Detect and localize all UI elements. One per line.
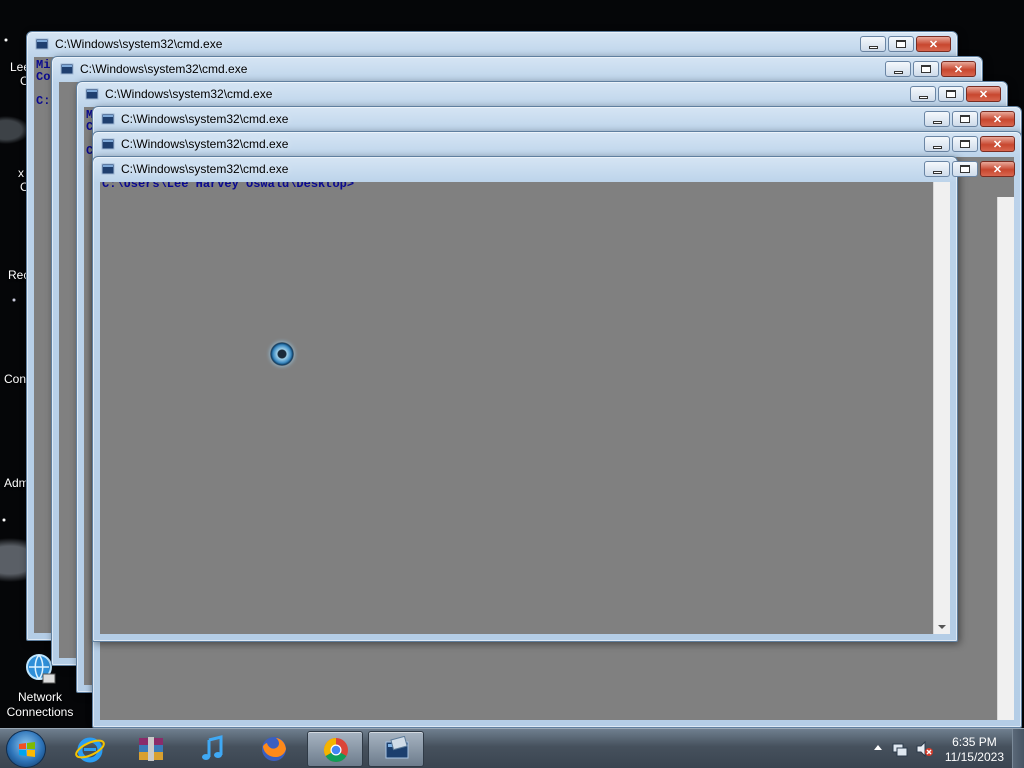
close-button[interactable]: ✕ <box>980 136 1015 152</box>
close-icon: ✕ <box>953 63 964 76</box>
system-tray: 6:35 PM 11/15/2023 <box>864 729 1024 768</box>
window-title: C:\Windows\system32\cmd.exe <box>121 162 289 176</box>
window-title: C:\Windows\system32\cmd.exe <box>105 87 273 101</box>
show-desktop-button[interactable] <box>1012 729 1024 768</box>
scroll-down-arrow-icon[interactable] <box>938 625 946 629</box>
vertical-scrollbar[interactable] <box>997 197 1014 720</box>
window-title: C:\Windows\system32\cmd.exe <box>55 37 223 51</box>
cmd-app-icon <box>35 38 49 50</box>
vertical-scrollbar[interactable] <box>933 182 950 634</box>
cmd-app-icon <box>60 63 74 75</box>
maximize-button[interactable] <box>938 86 964 102</box>
title-bar[interactable]: C:\Windows\system32\cmd.exe ✕ <box>93 132 1021 156</box>
maximize-icon <box>896 40 906 48</box>
maximize-button[interactable] <box>888 36 914 52</box>
window-title: C:\Windows\system32\cmd.exe <box>121 112 289 126</box>
start-button[interactable] <box>6 730 46 768</box>
minimize-button[interactable] <box>924 161 950 177</box>
taskbar-chrome[interactable] <box>307 731 363 767</box>
close-button[interactable]: ✕ <box>916 36 951 52</box>
title-bar[interactable]: C:\Windows\system32\cmd.exe ✕ <box>93 157 1015 181</box>
chrome-icon <box>323 738 348 763</box>
cmd-app-icon <box>101 163 115 175</box>
close-button[interactable]: ✕ <box>980 161 1015 177</box>
minimize-button[interactable] <box>924 111 950 127</box>
title-bar[interactable]: C:\Windows\system32\cmd.exe ✕ <box>27 32 957 56</box>
minimize-button[interactable] <box>924 136 950 152</box>
minimize-icon <box>932 145 942 149</box>
internet-explorer-icon <box>75 737 105 763</box>
desktop-icon-label-partial[interactable]: Con <box>4 372 26 386</box>
cmd-window-front[interactable]: C:\Windows\system32\cmd.exe ✕ C:\Users\L… <box>92 156 1015 642</box>
close-icon: ✕ <box>992 138 1003 151</box>
close-button[interactable]: ✕ <box>941 61 976 77</box>
console-prompt: C:\Users\Lee Harvey Oswald\Desktop> <box>102 182 355 191</box>
maximize-icon <box>946 90 956 98</box>
windows-logo-icon <box>19 742 35 757</box>
network-icon[interactable] <box>892 741 908 757</box>
cmd-app-icon <box>101 113 115 125</box>
taskbar-firefox[interactable] <box>246 731 302 767</box>
taskbar-itunes[interactable] <box>185 731 241 767</box>
busy-cursor-icon <box>270 342 294 366</box>
minimize-icon <box>893 70 903 74</box>
taskbar-cmd[interactable] <box>368 731 424 767</box>
title-bar[interactable]: C:\Windows\system32\cmd.exe ✕ <box>52 57 982 81</box>
maximize-button[interactable] <box>952 161 978 177</box>
maximize-button[interactable] <box>952 111 978 127</box>
clock-date: 11/15/2023 <box>944 750 1004 764</box>
cmd-app-icon <box>85 88 99 100</box>
minimize-icon <box>932 120 942 124</box>
cmd-icon <box>385 736 409 759</box>
maximize-button[interactable] <box>952 136 978 152</box>
volume-muted-icon[interactable] <box>916 741 934 757</box>
minimize-button[interactable] <box>910 86 936 102</box>
firefox-icon <box>262 737 286 761</box>
title-bar[interactable]: C:\Windows\system32\cmd.exe ✕ <box>77 82 1007 106</box>
maximize-icon <box>960 140 970 148</box>
desktop-icon-label-partial[interactable]: x <box>18 166 24 180</box>
maximize-button[interactable] <box>913 61 939 77</box>
close-icon: ✕ <box>978 88 989 101</box>
show-hidden-icons-arrow-icon[interactable] <box>874 745 882 750</box>
maximize-icon <box>960 115 970 123</box>
taskbar: 6:35 PM 11/15/2023 <box>0 728 1024 768</box>
winrar-icon <box>139 737 163 761</box>
window-title: C:\Windows\system32\cmd.exe <box>80 62 248 76</box>
minimize-button[interactable] <box>860 36 886 52</box>
close-icon: ✕ <box>992 113 1003 126</box>
minimize-button[interactable] <box>885 61 911 77</box>
itunes-icon <box>202 735 223 760</box>
maximize-icon <box>960 165 970 173</box>
desktop-icon-label-partial[interactable]: Adm <box>4 476 29 490</box>
title-bar[interactable]: C:\Windows\system32\cmd.exe ✕ <box>93 107 1021 131</box>
close-icon: ✕ <box>992 163 1003 176</box>
cmd-app-icon <box>101 138 115 150</box>
maximize-icon <box>921 65 931 73</box>
console-area[interactable]: C:\Users\Lee Harvey Oswald\Desktop> <box>100 182 950 634</box>
desktop-icon-label: Network Connections <box>6 690 74 719</box>
close-button[interactable]: ✕ <box>966 86 1001 102</box>
clock-time: 6:35 PM <box>952 735 997 749</box>
taskbar-internet-explorer[interactable] <box>62 731 118 767</box>
minimize-icon <box>932 170 942 174</box>
minimize-icon <box>868 45 878 49</box>
clock[interactable]: 6:35 PM 11/15/2023 <box>945 735 1004 765</box>
close-button[interactable]: ✕ <box>980 111 1015 127</box>
taskbar-winrar[interactable] <box>123 731 179 767</box>
close-icon: ✕ <box>928 38 939 51</box>
window-title: C:\Windows\system32\cmd.exe <box>121 137 289 151</box>
minimize-icon <box>918 95 928 99</box>
